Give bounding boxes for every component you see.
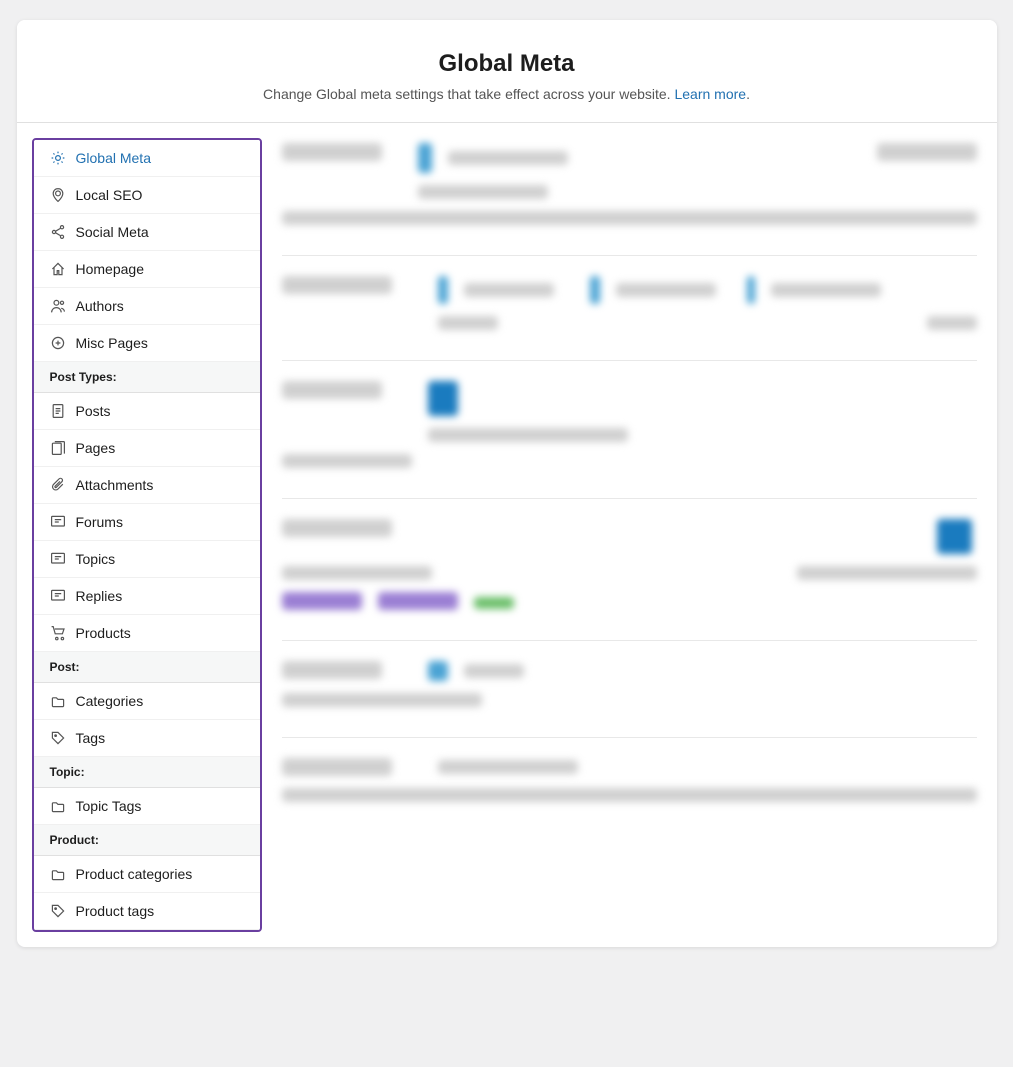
divider-2 <box>282 360 977 361</box>
topic-tags-folder-icon <box>50 798 66 814</box>
page-header: Global Meta Change Global meta settings … <box>17 20 997 123</box>
sidebar-label-topics: Topics <box>76 551 116 567</box>
sidebar-item-social-meta[interactable]: Social Meta <box>34 214 260 251</box>
section-header-post-types: Post Types: <box>34 362 260 393</box>
product-categories-folder-icon <box>50 866 66 882</box>
sidebar-label-pages: Pages <box>76 440 116 456</box>
page-container: Global Meta Change Global meta settings … <box>17 20 997 947</box>
section-header-post: Post: <box>34 652 260 683</box>
sidebar-item-replies[interactable]: Replies <box>34 578 260 615</box>
sidebar-label-global-meta: Global Meta <box>76 150 151 166</box>
main-layout: Global Meta Local SEO <box>17 123 997 947</box>
sidebar-item-product-tags[interactable]: Product tags <box>34 893 260 930</box>
sidebar-label-products: Products <box>76 625 131 641</box>
section-header-topic: Topic: <box>34 757 260 788</box>
sidebar-label-replies: Replies <box>76 588 123 604</box>
sidebar-item-attachments[interactable]: Attachments <box>34 467 260 504</box>
attachment-icon <box>50 477 66 493</box>
sidebar-item-forums[interactable]: Forums <box>34 504 260 541</box>
gear-icon <box>50 150 66 166</box>
divider-4 <box>282 640 977 641</box>
divider-3 <box>282 498 977 499</box>
sidebar-item-product-categories[interactable]: Product categories <box>34 856 260 893</box>
sidebar-item-categories[interactable]: Categories <box>34 683 260 720</box>
sidebar-label-tags: Tags <box>76 730 106 746</box>
sidebar-item-global-meta[interactable]: Global Meta <box>34 140 260 177</box>
share-icon <box>50 224 66 240</box>
circle-icon <box>50 335 66 351</box>
sidebar-item-products[interactable]: Products <box>34 615 260 652</box>
sidebar-label-attachments: Attachments <box>76 477 154 493</box>
sidebar: Global Meta Local SEO <box>32 138 262 932</box>
sidebar-item-authors[interactable]: Authors <box>34 288 260 325</box>
sidebar-label-topic-tags: Topic Tags <box>76 798 142 814</box>
folder-icon <box>50 693 66 709</box>
sidebar-item-topic-tags[interactable]: Topic Tags <box>34 788 260 825</box>
product-tags-icon <box>50 903 66 919</box>
sidebar-label-social-meta: Social Meta <box>76 224 149 240</box>
cart-icon <box>50 625 66 641</box>
forums-icon <box>50 514 66 530</box>
sidebar-item-homepage[interactable]: Homepage <box>34 251 260 288</box>
sidebar-label-forums: Forums <box>76 514 123 530</box>
content-area <box>262 123 997 947</box>
sidebar-item-topics[interactable]: Topics <box>34 541 260 578</box>
page-subtitle: Change Global meta settings that take ef… <box>37 86 977 102</box>
divider-1 <box>282 255 977 256</box>
sidebar-label-local-seo: Local SEO <box>76 187 143 203</box>
tag-icon <box>50 730 66 746</box>
sidebar-item-posts[interactable]: Posts <box>34 393 260 430</box>
page-title: Global Meta <box>37 50 977 78</box>
sidebar-item-pages[interactable]: Pages <box>34 430 260 467</box>
divider-5 <box>282 737 977 738</box>
sidebar-label-posts: Posts <box>76 403 111 419</box>
sidebar-label-product-categories: Product categories <box>76 866 193 882</box>
home-icon <box>50 261 66 277</box>
sidebar-label-misc-pages: Misc Pages <box>76 335 148 351</box>
content-section-3 <box>282 381 977 468</box>
sidebar-label-authors: Authors <box>76 298 124 314</box>
document-icon <box>50 403 66 419</box>
sidebar-label-homepage: Homepage <box>76 261 145 277</box>
sidebar-label-categories: Categories <box>76 693 144 709</box>
topics-icon <box>50 551 66 567</box>
location-icon <box>50 187 66 203</box>
pages-icon <box>50 440 66 456</box>
sidebar-label-product-tags: Product tags <box>76 903 155 919</box>
sidebar-item-local-seo[interactable]: Local SEO <box>34 177 260 214</box>
content-section-2 <box>282 276 977 330</box>
content-section-6 <box>282 758 977 802</box>
learn-more-link[interactable]: Learn more <box>674 86 746 102</box>
sidebar-item-tags[interactable]: Tags <box>34 720 260 757</box>
content-section-5 <box>282 661 977 707</box>
sidebar-item-misc-pages[interactable]: Misc Pages <box>34 325 260 362</box>
people-icon <box>50 298 66 314</box>
page-wrapper: Global Meta Change Global meta settings … <box>17 20 997 947</box>
replies-icon <box>50 588 66 604</box>
content-section-4 <box>282 519 977 610</box>
section-header-product: Product: <box>34 825 260 856</box>
content-section-1 <box>282 143 977 225</box>
